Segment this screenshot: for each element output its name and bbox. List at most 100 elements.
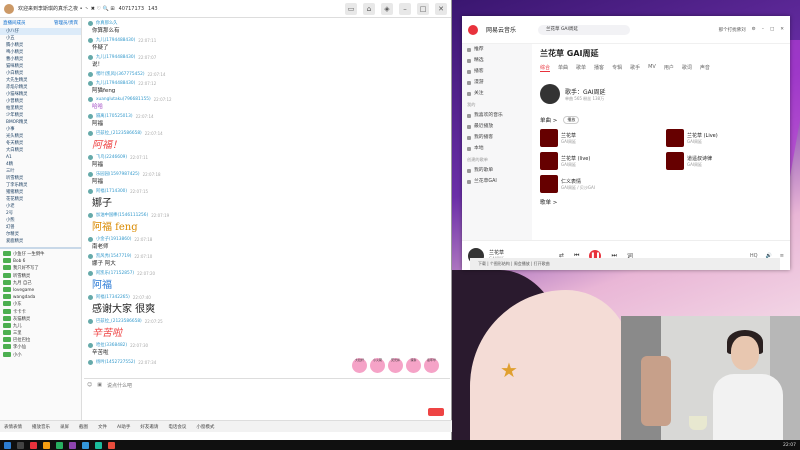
member-group-item[interactable]: 猫咪精灵 xyxy=(0,63,81,70)
member-item[interactable]: 九月 自己 xyxy=(0,279,81,287)
game-icon[interactable]: ◈ xyxy=(381,2,393,15)
member-group-item[interactable]: 小老 xyxy=(0,203,81,210)
sidebar-item[interactable]: 我喜欢的音乐 xyxy=(462,110,532,121)
app-icon[interactable] xyxy=(56,441,63,449)
singer-card[interactable]: 歌手：GAI周延 单曲 565 粉丝 138万 xyxy=(540,84,782,104)
member-group-item[interactable]: 大白精灵 xyxy=(0,147,81,154)
app-icon[interactable] xyxy=(108,441,115,449)
user-avatar[interactable] xyxy=(88,253,93,259)
song-item[interactable]: 兰花草 (live) GAI周延 xyxy=(540,151,656,171)
user-avatar[interactable] xyxy=(88,54,93,60)
member-group-item[interactable]: 少年精灵 xyxy=(0,112,81,119)
member-group-item[interactable]: 小曾精灵 xyxy=(0,98,81,105)
member-group-item[interactable]: 爱鹿精灵 xyxy=(0,238,81,245)
bottom-bar-item[interactable]: 表情表情 xyxy=(4,424,22,430)
result-tab[interactable]: 声音 xyxy=(700,64,710,72)
user-avatar[interactable] xyxy=(88,154,93,160)
user-avatar[interactable] xyxy=(88,130,93,136)
sidebar-item[interactable]: 关注 xyxy=(462,88,532,99)
search-input[interactable]: 兰花草 GAI周延 xyxy=(538,24,631,35)
member-item[interactable]: 灰猫精灵 xyxy=(0,315,81,323)
member-group-item[interactable]: 帕里精灵 xyxy=(0,105,81,112)
song-item[interactable]: 道遥叔诗律 GAI周延 xyxy=(666,151,782,171)
song-cover[interactable] xyxy=(540,175,558,193)
member-group-item[interactable]: 曹小精灵 xyxy=(0,56,81,63)
result-tab[interactable]: 歌手 xyxy=(630,64,640,72)
monitor-icon[interactable]: ▭ xyxy=(345,2,357,15)
user-name[interactable]: xuanglutaku(796681155) xyxy=(96,97,151,102)
member-item[interactable]: 听雪精灵 xyxy=(0,272,81,280)
song-item[interactable]: 仁义表情 GAI周延 / 贝沙GAI xyxy=(540,174,656,194)
member-group-item[interactable]: 腾小精灵 xyxy=(0,42,81,49)
user-avatar[interactable] xyxy=(88,20,93,26)
start-icon[interactable] xyxy=(4,441,11,449)
play-all-button[interactable]: 播放 xyxy=(563,116,580,124)
result-tab[interactable]: 综合 xyxy=(540,64,551,72)
avatar[interactable] xyxy=(4,3,14,14)
member-group-item[interactable]: 冬天精灵 xyxy=(0,140,81,147)
member-group-item[interactable]: 小猫咪精灵 xyxy=(0,91,81,98)
user-avatar[interactable] xyxy=(88,212,93,218)
result-tab[interactable]: 用户 xyxy=(664,64,674,72)
gift-item[interactable]: 荧光棒 xyxy=(388,358,403,373)
member-group-item[interactable]: 尔精灵 xyxy=(0,231,81,238)
clock[interactable]: 22:07 xyxy=(783,443,796,448)
maximize-icon[interactable]: □ xyxy=(417,2,429,15)
settings-icon[interactable]: ⚙ xyxy=(752,27,756,32)
user-name[interactable]: 那个打扰佛刘 xyxy=(719,27,746,33)
songs-header-label[interactable]: 单曲 > xyxy=(540,116,557,124)
member-group-item[interactable]: 小熊 xyxy=(0,217,81,224)
member-group-item[interactable]: 猪猪精灵 xyxy=(0,189,81,196)
member-group-item[interactable]: 三叶 xyxy=(0,168,81,175)
song-cover[interactable] xyxy=(666,152,684,170)
bottom-bar-item[interactable]: AI助手 xyxy=(117,424,130,430)
singer-avatar[interactable] xyxy=(540,84,560,104)
input-field[interactable]: 说点什么吧 xyxy=(107,382,132,389)
minimize-icon[interactable]: – xyxy=(762,27,764,32)
maximize-icon[interactable]: □ xyxy=(770,27,774,32)
app-icon[interactable] xyxy=(82,441,89,449)
album-header[interactable]: 歌单 > xyxy=(540,198,782,206)
user-avatar[interactable] xyxy=(88,113,93,119)
member-group-item[interactable]: 赤焰尕精灵 xyxy=(0,84,81,91)
member-group-item[interactable]: 小五 xyxy=(0,35,81,42)
user-avatar[interactable] xyxy=(88,37,93,43)
send-button[interactable] xyxy=(428,408,444,416)
gift-item[interactable]: 大拉杆 xyxy=(352,358,367,373)
bottom-bar-item[interactable]: 文件 xyxy=(98,424,107,430)
bottom-bar-item[interactable]: 播放音乐 xyxy=(32,424,50,430)
close-icon[interactable]: ✕ xyxy=(435,2,447,15)
member-item[interactable]: 李小仙 xyxy=(0,344,81,351)
bottom-bar-item[interactable]: 电话会议 xyxy=(168,424,186,430)
bottom-bar-item[interactable]: 截图 xyxy=(79,424,88,430)
app-icon[interactable] xyxy=(30,441,37,449)
member-group-item[interactable]: 大先生精灵 xyxy=(0,77,81,84)
member-group-item[interactable]: 小八仔 xyxy=(0,28,81,35)
result-tab[interactable]: 歌词 xyxy=(682,64,692,72)
member-item[interactable]: 我只好不写了 xyxy=(0,265,81,272)
result-tab[interactable]: MV xyxy=(648,64,656,72)
member-item[interactable]: Bob 6 xyxy=(0,258,81,265)
sidebar-item[interactable]: 推荐 xyxy=(462,44,532,55)
member-item[interactable]: 九儿 xyxy=(0,322,81,330)
app-icon[interactable] xyxy=(95,441,102,449)
sidebar-item[interactable]: 最近播放 xyxy=(462,121,532,132)
user-avatar[interactable] xyxy=(88,359,93,365)
member-item[interactable]: 三里 xyxy=(0,330,81,337)
user-avatar[interactable] xyxy=(88,236,93,242)
member-group-item[interactable]: 花花精灵 xyxy=(0,196,81,203)
emoji-icon[interactable]: ☺ xyxy=(87,382,92,389)
user-name[interactable]: 杨吟(1452727552) xyxy=(96,359,135,365)
gift-item[interactable]: 嘉年华 xyxy=(424,358,439,373)
member-item[interactable]: 卡卡卡 xyxy=(0,308,81,316)
member-group-item[interactable]: BMOR精灵 xyxy=(0,119,81,126)
gift-item[interactable]: 小火箭 xyxy=(370,358,385,373)
home-icon[interactable]: ⌂ xyxy=(363,2,375,15)
sidebar-item[interactable]: 我的歌单 xyxy=(462,165,532,176)
sidebar-item[interactable]: 本地 xyxy=(462,143,532,154)
member-panel-right[interactable]: 管理员/贵宾 xyxy=(54,20,78,26)
member-item[interactable]: 巴拉巴拉 xyxy=(0,337,81,344)
song-item[interactable]: 兰花草 GAI周延 xyxy=(540,128,656,148)
song-cover[interactable] xyxy=(540,152,558,170)
app-icon[interactable] xyxy=(69,441,76,449)
